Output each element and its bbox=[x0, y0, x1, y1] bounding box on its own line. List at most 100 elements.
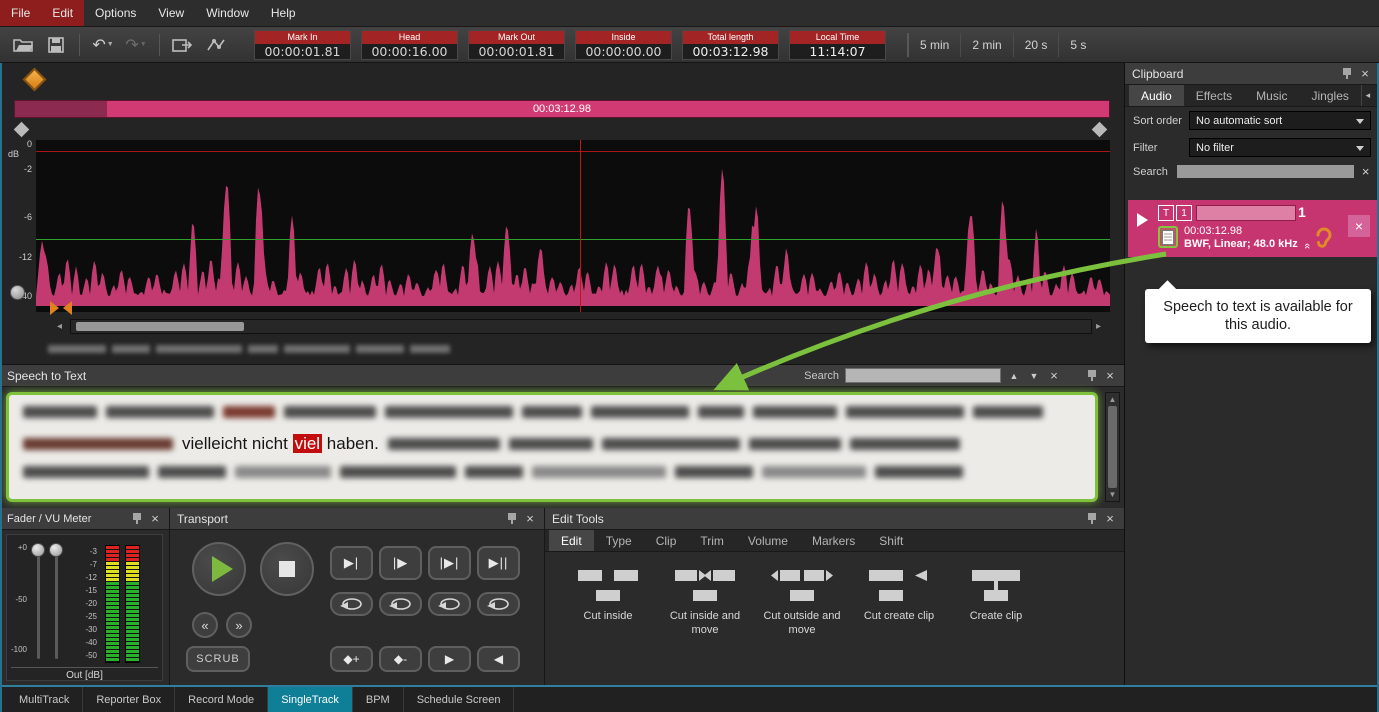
play-pause-button[interactable]: ▶|| bbox=[477, 546, 520, 580]
pin-icon[interactable] bbox=[1342, 68, 1352, 80]
cut-inside-tool[interactable]: Cut inside bbox=[563, 566, 653, 638]
menu-options[interactable]: Options bbox=[84, 0, 147, 26]
add-marker-button[interactable]: ◆+ bbox=[330, 646, 373, 672]
workspace-tab-record-mode[interactable]: Record Mode bbox=[175, 687, 268, 712]
speech-search-input[interactable] bbox=[845, 368, 1001, 383]
clipboard-search-input[interactable] bbox=[1177, 165, 1354, 178]
menu-view[interactable]: View bbox=[147, 0, 195, 26]
tab-markers[interactable]: Markers bbox=[800, 530, 867, 551]
forward-button[interactable]: » bbox=[226, 612, 252, 638]
pin-icon[interactable] bbox=[1087, 513, 1097, 525]
workspace-tab-multitrack[interactable]: MultiTrack bbox=[6, 687, 83, 712]
tab-scroll-left-icon[interactable]: ◂ bbox=[1362, 90, 1374, 101]
scrollbar-thumb[interactable] bbox=[1108, 406, 1117, 488]
clipboard-search-clear-icon[interactable]: × bbox=[1360, 165, 1371, 178]
remove-marker-button[interactable]: ◆- bbox=[379, 646, 422, 672]
play-from-mark-button[interactable]: |▶ bbox=[379, 546, 422, 580]
waveform-canvas[interactable] bbox=[36, 140, 1110, 312]
zoom-2min-button[interactable]: 2 min bbox=[961, 33, 1013, 57]
tab-music[interactable]: Music bbox=[1244, 85, 1299, 106]
loop-button[interactable] bbox=[477, 592, 520, 616]
menu-edit[interactable]: Edit bbox=[41, 0, 84, 26]
clipboard-audio-item[interactable]: T 1 1 00:03:12.98 BWF, Linear; 48.0 kHz … bbox=[1128, 200, 1377, 257]
close-icon[interactable]: × bbox=[523, 512, 537, 525]
menu-help[interactable]: Help bbox=[260, 0, 307, 26]
cut-create-clip-tool[interactable]: Cut create clip bbox=[854, 566, 944, 638]
horizontal-scrollbar[interactable] bbox=[70, 319, 1092, 334]
prelisten-ear-icon[interactable] bbox=[1314, 225, 1334, 251]
tab-volume[interactable]: Volume bbox=[736, 530, 800, 551]
prev-marker-button[interactable]: ◀ bbox=[477, 646, 520, 672]
range-handle-right[interactable] bbox=[1092, 122, 1108, 138]
search-prev-icon[interactable]: ▲ bbox=[1007, 371, 1021, 381]
zoom-5s-button[interactable]: 5 s bbox=[1059, 33, 1097, 57]
scrub-button[interactable]: SCRUB bbox=[186, 646, 250, 672]
transcript-scrollbar[interactable]: ▲ ▼ bbox=[1105, 392, 1120, 502]
overview-bar[interactable]: 00:03:12.98 bbox=[14, 100, 1110, 118]
item-remove-button[interactable]: × bbox=[1348, 215, 1370, 237]
search-next-icon[interactable]: ▼ bbox=[1027, 371, 1041, 381]
sort-order-select[interactable]: No automatic sort bbox=[1189, 111, 1371, 130]
loop-button[interactable] bbox=[330, 592, 373, 616]
save-icon[interactable] bbox=[43, 32, 69, 58]
pin-icon[interactable] bbox=[1087, 370, 1097, 382]
tab-audio[interactable]: Audio bbox=[1129, 85, 1184, 106]
tab-clip[interactable]: Clip bbox=[644, 530, 689, 551]
time-display-total-length[interactable]: Total length 00:03:12.98 bbox=[682, 30, 779, 60]
play-to-mark-button[interactable]: ▶| bbox=[330, 546, 373, 580]
stop-button[interactable] bbox=[260, 542, 314, 596]
menu-file[interactable]: File bbox=[0, 0, 41, 26]
tab-effects[interactable]: Effects bbox=[1184, 85, 1244, 106]
fader-knob[interactable] bbox=[31, 543, 45, 557]
workspace-tab-schedule-screen[interactable]: Schedule Screen bbox=[404, 687, 515, 712]
tab-trim[interactable]: Trim bbox=[688, 530, 736, 551]
loop-button[interactable] bbox=[428, 592, 471, 616]
tab-shift[interactable]: Shift bbox=[867, 530, 915, 551]
redo-button[interactable]: ↷▼ bbox=[123, 32, 149, 58]
close-icon[interactable]: × bbox=[1358, 67, 1372, 80]
tab-jingles[interactable]: Jingles bbox=[1300, 85, 1361, 106]
undo-button[interactable]: ↶▼ bbox=[90, 32, 116, 58]
marker-diamond-icon[interactable] bbox=[22, 67, 46, 91]
pin-icon[interactable] bbox=[507, 513, 517, 525]
transcript-area[interactable]: vielleicht nicht viel haben. bbox=[6, 392, 1098, 502]
time-display-head[interactable]: Head 00:00:16.00 bbox=[361, 30, 458, 60]
fader-knob[interactable] bbox=[49, 543, 63, 557]
create-clip-tool[interactable]: Create clip bbox=[951, 566, 1041, 638]
workspace-tab-bpm[interactable]: BPM bbox=[353, 687, 404, 712]
time-display-mark-out[interactable]: Mark Out 00:00:01.81 bbox=[468, 30, 565, 60]
item-play-icon[interactable] bbox=[1137, 213, 1148, 227]
scroll-right-arrow[interactable]: ▸ bbox=[1096, 321, 1101, 332]
fader-track[interactable] bbox=[55, 547, 58, 659]
close-icon[interactable]: × bbox=[1103, 512, 1117, 525]
collapse-chevron-icon[interactable]: « bbox=[1301, 243, 1313, 249]
workspace-tab-singletrack[interactable]: SingleTrack bbox=[268, 687, 353, 712]
scroll-down-icon[interactable]: ▼ bbox=[1109, 490, 1117, 499]
speech-text-doc-icon[interactable] bbox=[1158, 226, 1178, 248]
menu-window[interactable]: Window bbox=[195, 0, 260, 26]
rewind-button[interactable]: « bbox=[192, 612, 218, 638]
open-folder-icon[interactable] bbox=[10, 32, 36, 58]
loop-button[interactable] bbox=[379, 592, 422, 616]
time-display-inside[interactable]: Inside 00:00:00.00 bbox=[575, 30, 672, 60]
next-marker-button[interactable]: ▶ bbox=[428, 646, 471, 672]
time-display-local-time[interactable]: Local Time 11:14:07 bbox=[789, 30, 886, 60]
play-selection-button[interactable]: |▶| bbox=[428, 546, 471, 580]
zoom-5min-button[interactable]: 5 min bbox=[909, 33, 961, 57]
cut-inside-move-tool[interactable]: Cut inside and move bbox=[660, 566, 750, 638]
zoom-20s-button[interactable]: 20 s bbox=[1014, 33, 1060, 57]
search-clear-icon[interactable]: × bbox=[1047, 369, 1061, 382]
close-icon[interactable]: × bbox=[148, 512, 162, 525]
range-handle-left[interactable] bbox=[14, 122, 30, 138]
scroll-left-arrow[interactable]: ◂ bbox=[57, 321, 62, 332]
tab-type[interactable]: Type bbox=[594, 530, 644, 551]
zoom-knob[interactable] bbox=[10, 285, 25, 300]
playhead-cursor[interactable] bbox=[580, 140, 581, 312]
loop-marker-icon[interactable] bbox=[50, 301, 72, 315]
pin-icon[interactable] bbox=[132, 513, 142, 525]
export-icon[interactable] bbox=[170, 32, 196, 58]
workspace-tab-reporter-box[interactable]: Reporter Box bbox=[83, 687, 175, 712]
signal-routing-icon[interactable] bbox=[203, 32, 229, 58]
scroll-up-icon[interactable]: ▲ bbox=[1109, 395, 1117, 404]
tab-edit[interactable]: Edit bbox=[549, 530, 594, 551]
